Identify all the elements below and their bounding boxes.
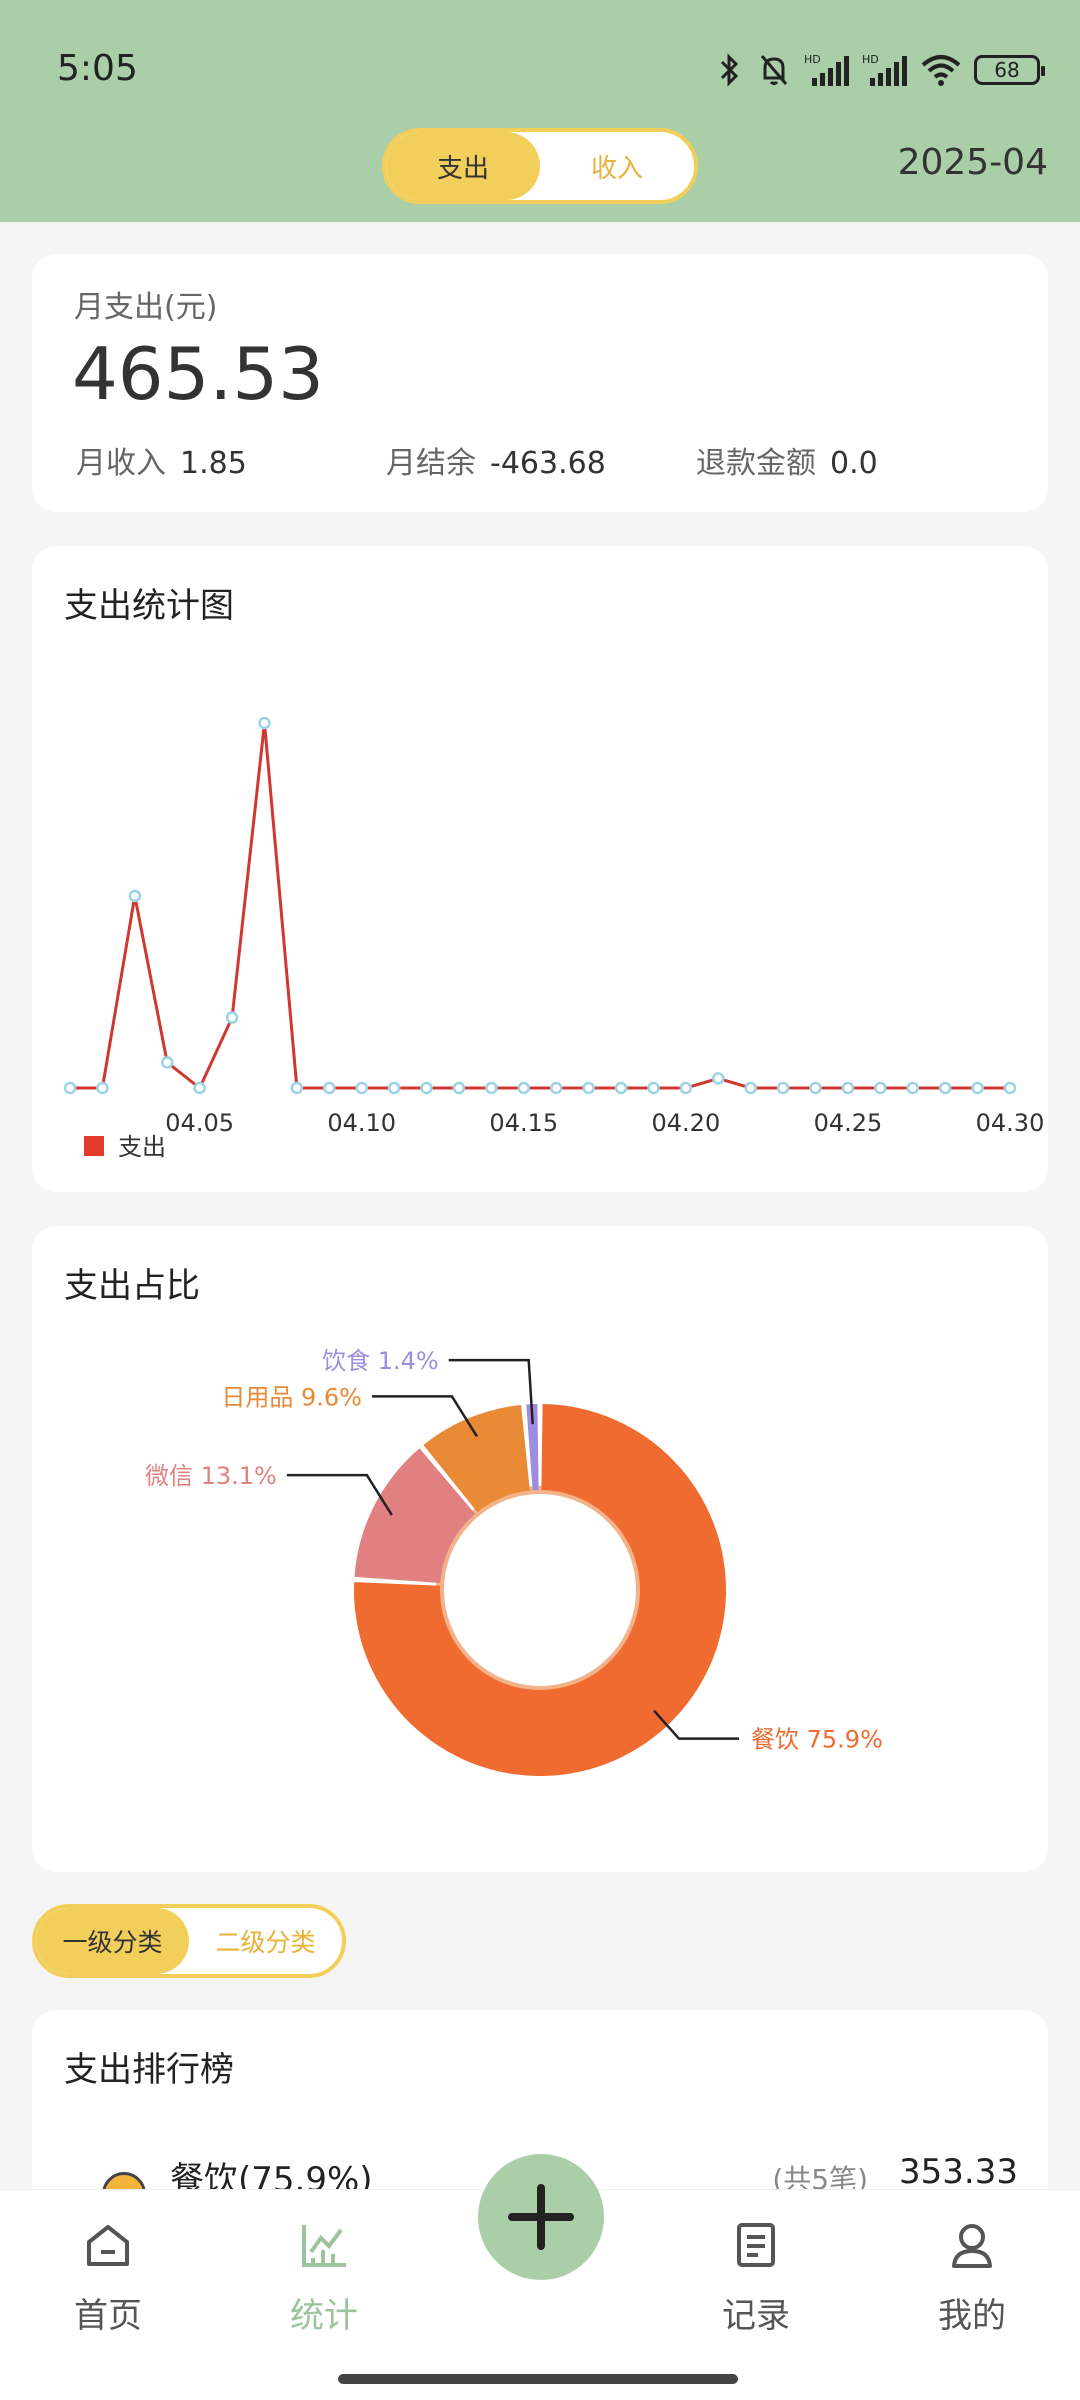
expense-pie-card: 支出占比 餐饮 75.9% 微信 13.1% 日用品 9.6% 饮食 1.4% — [32, 1226, 1048, 1872]
balance-label: 月结余 — [386, 446, 476, 481]
x-tick-label: 04.30 — [976, 1109, 1045, 1137]
tab-records-label: 记录 — [722, 2296, 790, 2336]
add-record-button[interactable] — [478, 2154, 604, 2280]
status-time: 5:05 — [57, 48, 138, 89]
data-point — [96, 1081, 109, 1095]
tab-home-label: 首页 — [74, 2296, 142, 2336]
tab-expense[interactable]: 支出 — [386, 132, 540, 200]
data-point — [323, 1081, 336, 1095]
donut-inner-ring — [436, 1486, 644, 1694]
income-summary: 月收入 1.85 — [76, 438, 247, 482]
summary-card: 月支出(元) 465.53 月收入 1.85 月结余 -463.68 退款金额 0.0 — [32, 254, 1048, 512]
ranking-title: 支出排行榜 — [64, 2050, 234, 2090]
refund-value: 0.0 — [830, 446, 878, 481]
expense-line-chart: 04.05 04.10 04.15 04.20 04.25 04.30 支出 — [63, 716, 1045, 1161]
tab-home[interactable]: 首页 — [38, 2220, 178, 2337]
signal-icon-2: HD — [862, 53, 907, 86]
data-point — [225, 1011, 239, 1024]
data-point — [128, 889, 142, 903]
slice-label: 微信 13.1% — [145, 1462, 277, 1490]
data-point — [938, 1081, 952, 1095]
ranking-item-amount: 353.33 — [899, 2152, 1018, 2192]
income-label: 月收入 — [76, 446, 166, 481]
slice-label: 饮食 1.4% — [322, 1347, 439, 1375]
data-point — [63, 1081, 77, 1095]
data-point — [809, 1081, 822, 1095]
data-point — [1003, 1081, 1017, 1095]
bluetooth-icon — [720, 53, 739, 87]
expense-series-line — [70, 722, 1010, 1091]
data-point — [160, 1056, 174, 1069]
top-header: 5:05 HD HD 68 支出 收入 2025-04 — [0, 0, 1080, 222]
x-tick-label: 04.25 — [814, 1109, 883, 1137]
status-icons: HD HD 68 — [714, 50, 1045, 90]
data-point — [906, 1081, 920, 1095]
category-level-toggle: 一级分类 二级分类 — [32, 1904, 346, 1978]
data-point — [420, 1081, 433, 1095]
balance-summary: 月结余 -463.68 — [386, 438, 606, 482]
data-point — [355, 1081, 368, 1095]
data-point — [679, 1081, 693, 1095]
tab-profile[interactable]: 我的 — [902, 2220, 1042, 2337]
data-point — [647, 1081, 660, 1095]
balance-value: -463.68 — [490, 446, 606, 481]
data-point — [874, 1081, 887, 1095]
data-point — [452, 1081, 466, 1095]
data-point — [485, 1081, 498, 1095]
bell-muted-icon — [760, 55, 788, 85]
tab-level-2[interactable]: 二级分类 — [189, 1908, 342, 1974]
data-point — [712, 1072, 725, 1085]
expense-donut-chart: 餐饮 75.9% 微信 13.1% 日用品 9.6% 饮食 1.4% — [145, 1347, 883, 1776]
expense-line-card: 支出统计图 04.05 04.10 04.15 04.20 04.25 04.30 支出 — [32, 546, 1048, 1192]
tab-records[interactable]: 记录 — [686, 2220, 826, 2337]
data-point — [549, 1081, 563, 1095]
data-point — [971, 1081, 984, 1095]
month-picker[interactable]: 2025-04 — [898, 142, 1048, 183]
data-point — [744, 1081, 757, 1095]
home-icon — [87, 2225, 129, 2266]
document-icon — [737, 2223, 775, 2267]
data-point — [517, 1081, 531, 1095]
tab-stats-label: 统计 — [290, 2296, 358, 2336]
data-point — [582, 1081, 595, 1095]
home-indicator — [338, 2374, 738, 2384]
refund-label: 退款金额 — [696, 446, 816, 481]
tab-stats[interactable]: 统计 — [254, 2220, 394, 2337]
battery-icon: 68 — [974, 55, 1045, 85]
income-value: 1.85 — [180, 446, 247, 481]
svg-text:HD: HD — [862, 53, 879, 66]
svg-text:HD: HD — [804, 53, 821, 66]
data-point — [290, 1081, 304, 1095]
slice-label: 餐饮 75.9% — [751, 1726, 883, 1754]
data-point — [258, 716, 271, 730]
monthly-expense-amount: 465.53 — [72, 332, 324, 416]
slice-label: 日用品 9.6% — [221, 1383, 362, 1411]
x-tick-label: 04.15 — [489, 1109, 558, 1137]
data-point — [776, 1081, 790, 1095]
x-tick-label: 04.10 — [327, 1109, 396, 1137]
tab-profile-label: 我的 — [938, 2296, 1006, 2336]
legend-swatch — [84, 1136, 104, 1156]
type-toggle: 支出 收入 — [382, 128, 698, 204]
monthly-expense-label: 月支出(元) — [74, 290, 218, 325]
chart-icon — [302, 2225, 346, 2267]
signal-icon: HD — [804, 53, 849, 86]
tab-income[interactable]: 收入 — [540, 132, 694, 200]
data-point — [387, 1081, 401, 1095]
user-icon — [952, 2224, 992, 2268]
data-point — [193, 1081, 206, 1095]
plus-icon — [508, 2184, 574, 2250]
tab-level-1[interactable]: 一级分类 — [36, 1908, 189, 1974]
x-tick-label: 04.20 — [652, 1109, 721, 1137]
data-point — [614, 1081, 628, 1095]
legend-label: 支出 — [118, 1133, 166, 1161]
refund-summary: 退款金额 0.0 — [696, 438, 878, 482]
wifi-icon — [921, 55, 961, 86]
x-tick-label: 04.05 — [165, 1109, 234, 1137]
data-point — [841, 1081, 855, 1095]
